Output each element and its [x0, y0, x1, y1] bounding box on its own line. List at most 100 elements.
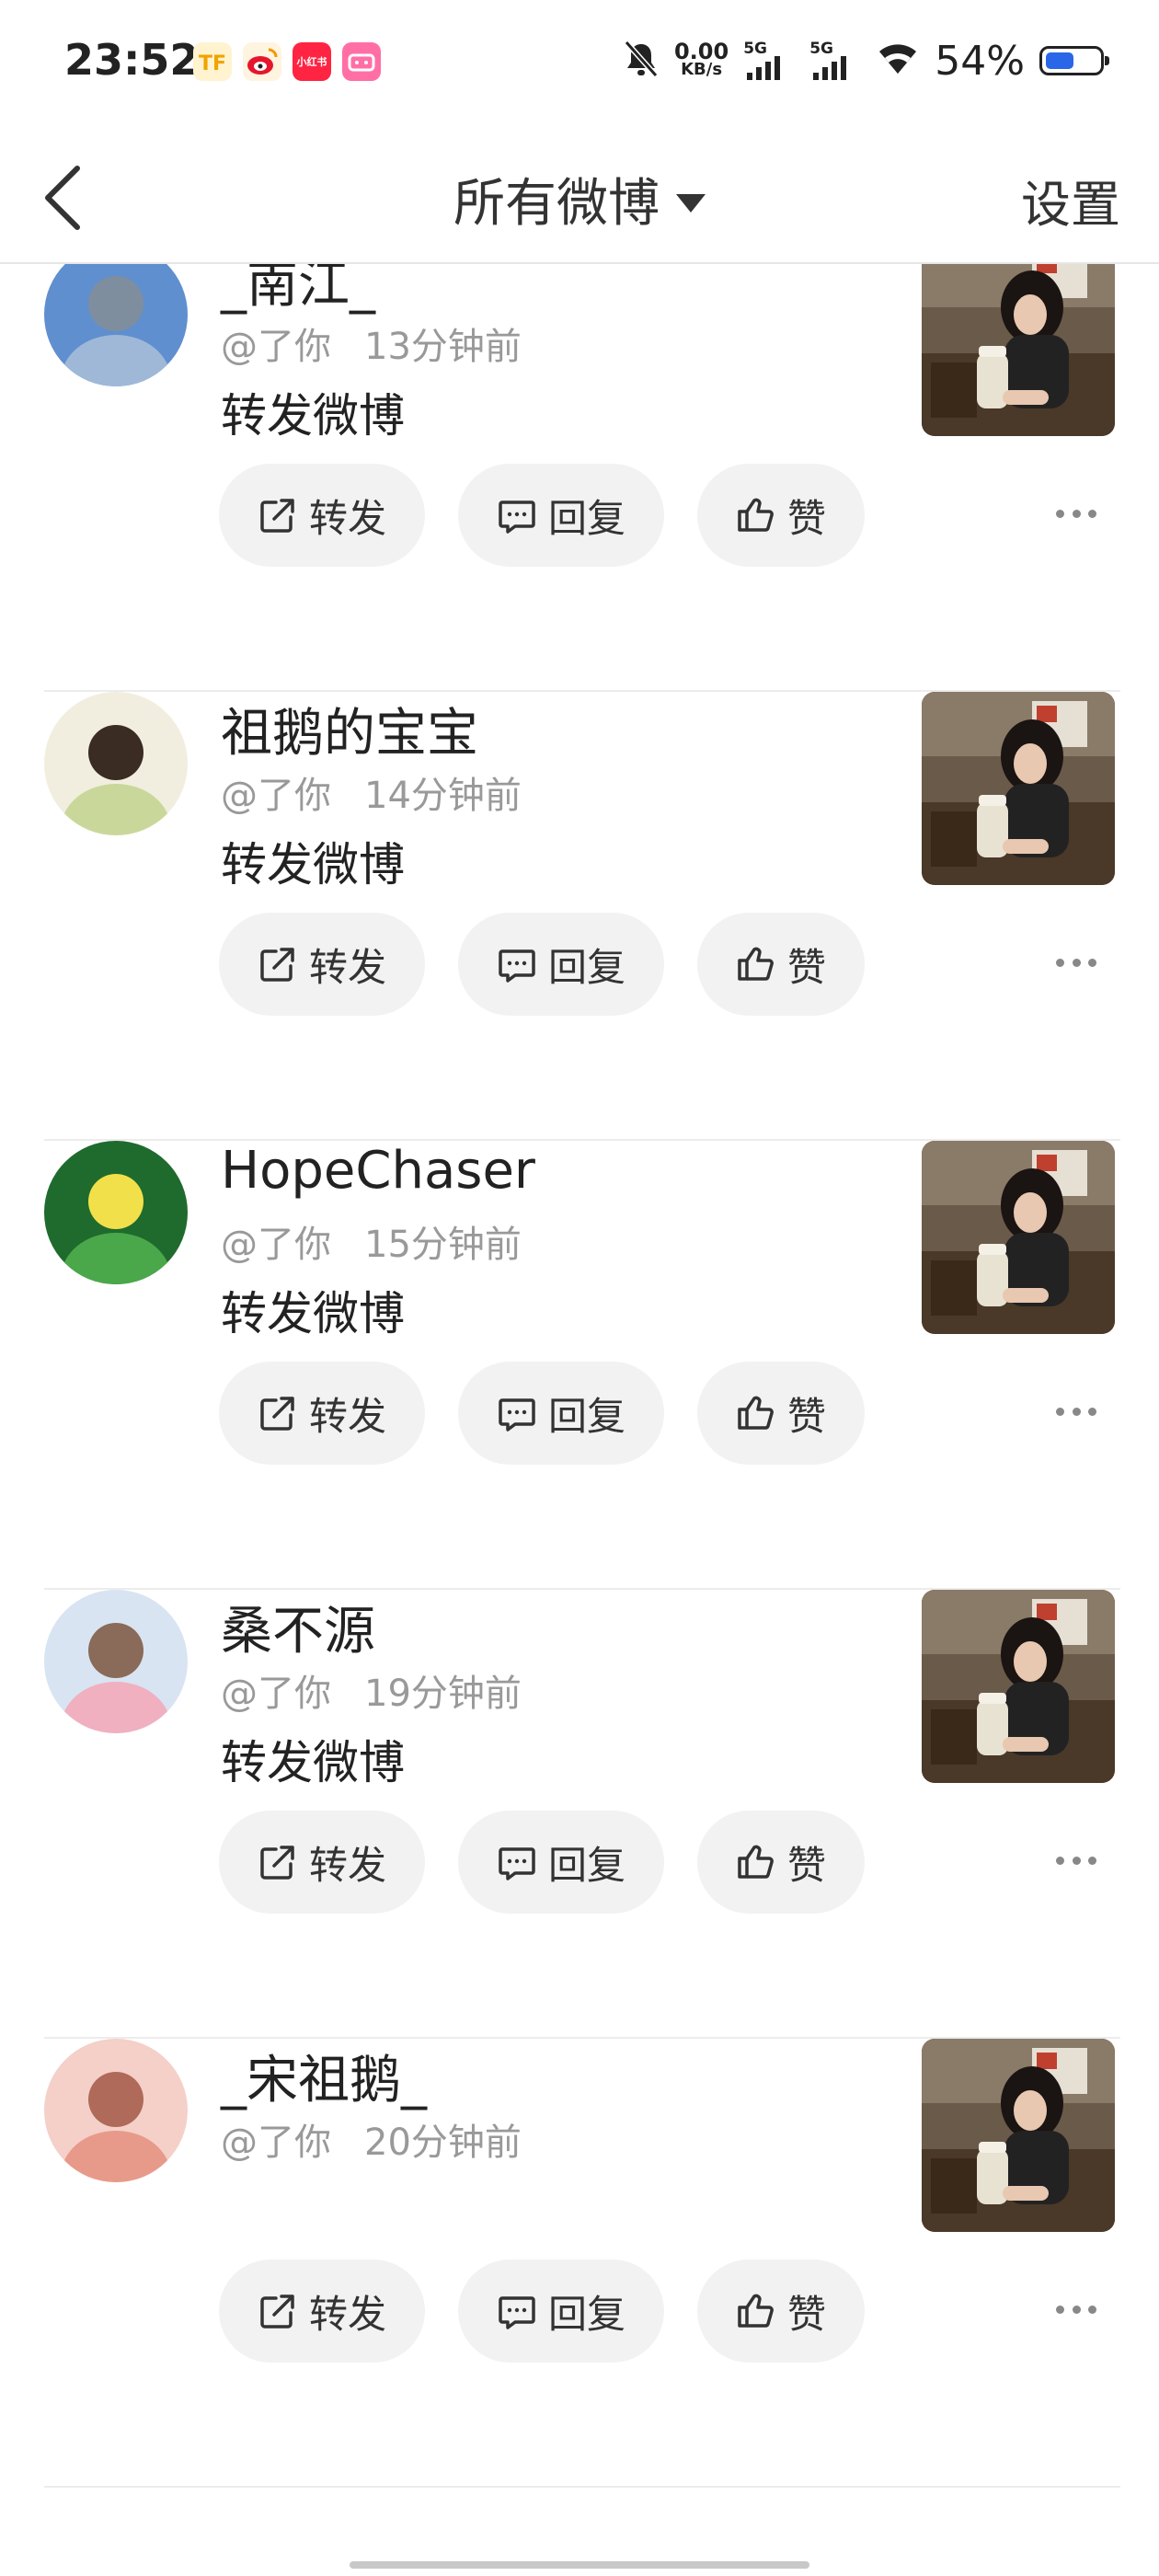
post-thumbnail[interactable] — [922, 2039, 1115, 2232]
item-meta: @了你 20分钟前 — [221, 2112, 522, 2166]
feed-item[interactable]: 祖鹅的宝宝 @了你 14分钟前 转发微博 转发 回复 赞 — [0, 692, 1159, 1141]
thumbs-up-icon — [738, 498, 774, 532]
forward-button[interactable]: 转发 — [219, 1362, 425, 1465]
user-name[interactable]: 桑不源 — [221, 1590, 375, 1664]
action-bar: 转发 回复 赞 — [219, 464, 865, 567]
timestamp: 14分钟前 — [364, 775, 522, 817]
more-options-button[interactable] — [1056, 1408, 1096, 1419]
like-label: 赞 — [786, 1393, 826, 1439]
user-name[interactable]: 祖鹅的宝宝 — [221, 692, 478, 766]
home-indicator[interactable] — [350, 2561, 809, 2569]
more-options-button[interactable] — [1056, 510, 1096, 521]
comment-icon — [499, 1847, 535, 1880]
avatar[interactable] — [44, 692, 188, 835]
mention-label: @了你 — [221, 775, 331, 817]
feed-item[interactable]: _宋祖鹅_ @了你 20分钟前 转发 回复 赞 — [0, 2039, 1159, 2488]
like-label: 赞 — [786, 2291, 826, 2337]
like-button[interactable]: 赞 — [697, 913, 865, 1016]
thumbs-up-icon — [738, 1396, 774, 1430]
divider — [44, 2486, 1120, 2488]
item-meta: @了你 13分钟前 — [221, 316, 522, 370]
more-options-button[interactable] — [1056, 959, 1096, 970]
like-button[interactable]: 赞 — [697, 1362, 865, 1465]
feed-item[interactable]: HopeChaser @了你 15分钟前 转发微博 转发 回复 赞 — [0, 1141, 1159, 1590]
like-label: 赞 — [786, 495, 826, 541]
more-options-button[interactable] — [1056, 1857, 1096, 1868]
status-time: 23:52 — [64, 35, 200, 85]
reply-label: 回复 — [548, 944, 626, 990]
svg-text:TF: TF — [199, 52, 226, 75]
post-thumbnail[interactable] — [922, 1590, 1115, 1783]
bilibili-like-icon — [342, 42, 381, 81]
feed-filter-dropdown[interactable]: 所有微博 — [0, 162, 1159, 236]
mention-label: @了你 — [221, 1224, 331, 1266]
reply-label: 回复 — [548, 495, 626, 541]
nav-bar: 所有微博 设置 — [0, 129, 1159, 264]
battery-icon — [1039, 46, 1109, 75]
timestamp: 13分钟前 — [364, 326, 522, 368]
forward-label: 转发 — [309, 1842, 387, 1888]
like-button[interactable]: 赞 — [697, 2260, 865, 2363]
avatar[interactable] — [44, 1141, 188, 1284]
forward-button[interactable]: 转发 — [219, 1811, 425, 1914]
item-meta: @了你 14分钟前 — [221, 765, 522, 819]
forward-label: 转发 — [309, 495, 387, 541]
share-icon — [260, 2294, 294, 2329]
post-thumbnail[interactable] — [922, 692, 1115, 885]
feed-item[interactable]: _南江_ @了你 13分钟前 转发微博 转发 回复 赞 — [0, 243, 1159, 692]
reply-button[interactable]: 回复 — [458, 464, 664, 567]
thumbs-up-icon — [738, 1845, 774, 1879]
comment-icon — [499, 1398, 535, 1432]
weibo-icon — [243, 42, 281, 81]
reply-button[interactable]: 回复 — [458, 1362, 664, 1465]
timestamp: 15分钟前 — [364, 1224, 522, 1266]
status-bar: 23:52 TF 小红书 0.00 KB/s 5G 5G 54% — [0, 0, 1159, 129]
timestamp: 19分钟前 — [364, 1673, 522, 1715]
reply-button[interactable]: 回复 — [458, 913, 664, 1016]
action-bar: 转发 回复 赞 — [219, 2260, 865, 2363]
thumbs-up-icon — [738, 947, 774, 981]
reply-label: 回复 — [548, 1393, 626, 1439]
post-thumbnail[interactable] — [922, 1141, 1115, 1334]
sim1-signal-icon: 5G — [743, 40, 795, 82]
comment-icon — [499, 500, 535, 534]
forward-button[interactable]: 转发 — [219, 2260, 425, 2363]
like-button[interactable]: 赞 — [697, 1811, 865, 1914]
feed-item[interactable]: 桑不源 @了你 19分钟前 转发微博 转发 回复 赞 — [0, 1590, 1159, 2039]
comment-icon — [499, 2296, 535, 2329]
post-content[interactable]: 转发微博 — [221, 1726, 405, 1792]
like-button[interactable]: 赞 — [697, 464, 865, 567]
forward-label: 转发 — [309, 1393, 387, 1439]
post-content[interactable]: 转发微博 — [221, 828, 405, 894]
user-name[interactable]: _宋祖鹅_ — [221, 2039, 427, 2113]
network-speed-value: 0.00 — [673, 39, 729, 64]
settings-button[interactable]: 设置 — [1021, 164, 1120, 236]
reply-button[interactable]: 回复 — [458, 1811, 664, 1914]
network-speed: 0.00 KB/s — [673, 39, 729, 79]
thumbs-up-icon — [738, 2294, 774, 2328]
battery-fill — [1046, 52, 1073, 69]
avatar[interactable] — [44, 1590, 188, 1733]
action-bar: 转发 回复 赞 — [219, 913, 865, 1016]
xiaohongshu-icon: 小红书 — [293, 42, 331, 81]
post-thumbnail[interactable] — [922, 243, 1115, 436]
reply-button[interactable]: 回复 — [458, 2260, 664, 2363]
forward-button[interactable]: 转发 — [219, 913, 425, 1016]
user-name[interactable]: HopeChaser — [221, 1141, 535, 1201]
avatar[interactable] — [44, 2039, 188, 2182]
avatar[interactable] — [44, 243, 188, 386]
forward-label: 转发 — [309, 944, 387, 990]
wifi-icon — [876, 40, 920, 81]
forward-button[interactable]: 转发 — [219, 464, 425, 567]
like-label: 赞 — [786, 944, 826, 990]
sim1-label: 5G — [743, 40, 767, 58]
item-meta: @了你 19分钟前 — [221, 1663, 522, 1717]
more-options-button[interactable] — [1056, 2306, 1096, 2317]
share-icon — [260, 499, 294, 533]
forward-label: 转发 — [309, 2291, 387, 2337]
post-content[interactable]: 转发微博 — [221, 1277, 405, 1343]
game-app-icon: TF — [193, 42, 232, 81]
post-content[interactable]: 转发微博 — [221, 379, 405, 445]
like-label: 赞 — [786, 1842, 826, 1888]
share-icon — [260, 1846, 294, 1880]
